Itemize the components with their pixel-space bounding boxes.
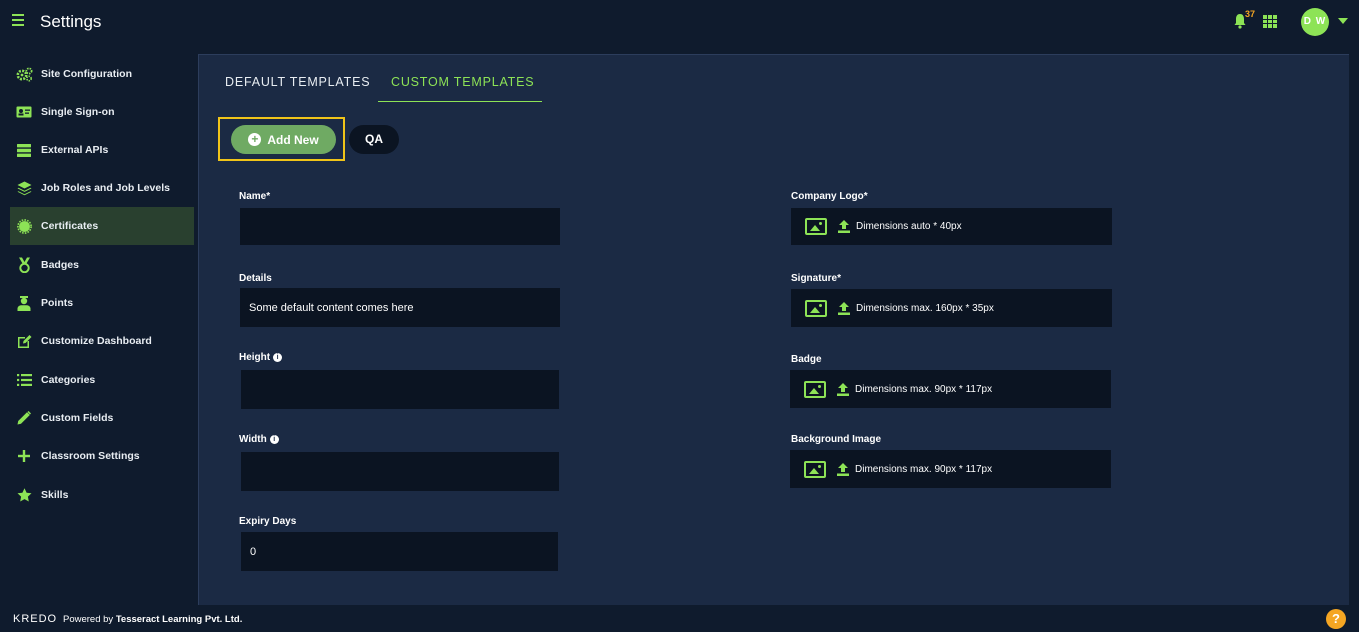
cogs-icon	[15, 65, 33, 83]
name-label-text: Name*	[239, 191, 271, 202]
info-icon[interactable]: i	[269, 435, 279, 444]
sidebar-item-points[interactable]: Points	[10, 284, 194, 322]
id-card-icon	[15, 103, 33, 121]
plus-circle-icon: +	[248, 133, 262, 146]
sidebar-item-label: Badges	[41, 259, 79, 271]
sidebar-item-certificates[interactable]: Certificates	[10, 207, 194, 245]
chevron-down-icon[interactable]	[1338, 18, 1348, 24]
badge-hint: Dimensions max. 90px * 117px	[855, 383, 993, 395]
image-icon	[805, 299, 827, 317]
details-field[interactable]	[240, 288, 560, 327]
notification-count-badge: 37	[1245, 9, 1256, 19]
add-new-label: Add New	[267, 132, 319, 147]
signature-label: Signature*	[791, 273, 841, 284]
qa-template-chip[interactable]: QA	[349, 125, 399, 154]
star-icon	[15, 486, 33, 504]
image-icon	[805, 218, 827, 235]
width-label-text: Width	[239, 434, 267, 445]
avatar[interactable]: D W	[1301, 8, 1329, 36]
width-label: Width i	[239, 434, 279, 445]
background-image-label: Background Image	[791, 434, 881, 445]
name-label: Name*	[239, 191, 270, 202]
background-image-upload[interactable]: Dimensions max. 90px * 117px	[790, 450, 1111, 488]
kredo-logo: KREDO	[13, 613, 58, 625]
sidebar-item-badges[interactable]: Badges	[10, 246, 194, 284]
company-logo-label: Company Logo*	[791, 191, 868, 202]
pencil-icon	[15, 409, 33, 427]
page-title: Settings	[40, 12, 102, 31]
height-label: Height i	[239, 352, 283, 363]
sidebar-item-label: Site Configuration	[41, 68, 132, 80]
sidebar-item-custom-fields[interactable]: Custom Fields	[10, 399, 194, 437]
info-icon[interactable]: i	[273, 353, 283, 362]
medal-icon	[15, 256, 33, 274]
list-icon	[15, 371, 33, 389]
apps-grid-icon[interactable]	[1263, 15, 1277, 28]
company-logo-upload[interactable]: Dimensions auto * 40px	[791, 208, 1112, 245]
sidebar-item-external-apis[interactable]: External APIs	[10, 131, 194, 169]
expiry-days-field[interactable]	[241, 532, 558, 571]
badge-upload[interactable]: Dimensions max. 90px * 117px	[790, 370, 1111, 408]
name-field[interactable]	[240, 208, 560, 245]
company-logo-hint: Dimensions auto * 40px	[856, 221, 962, 232]
certificate-icon	[15, 217, 33, 235]
signature-hint: Dimensions max. 160px * 35px	[856, 302, 994, 314]
active-tab-underline	[378, 101, 542, 102]
height-field[interactable]	[241, 370, 559, 409]
powered-by-text: Powered by Tesseract Learning Pvt. Ltd.	[63, 614, 242, 625]
sidebar-item-label: Certificates	[41, 220, 99, 232]
height-label-text: Height	[239, 352, 271, 363]
upload-icon	[837, 462, 849, 476]
hamburger-menu-icon[interactable]	[12, 14, 24, 26]
help-icon[interactable]: ?	[1326, 609, 1346, 629]
sidebar-item-job-roles-and-job-levels[interactable]: Job Roles and Job Levels	[10, 169, 194, 207]
badge-label: Badge	[791, 354, 822, 365]
sidebar-item-label: Custom Fields	[41, 412, 114, 424]
background-image-label-text: Background Image	[791, 434, 882, 445]
sidebar-item-label: Categories	[41, 374, 96, 386]
sidebar-item-classroom-settings[interactable]: Classroom Settings	[10, 437, 194, 475]
sidebar-item-label: Job Roles and Job Levels	[41, 182, 170, 194]
signature-label-text: Signature*	[791, 273, 842, 284]
user-points-icon	[15, 294, 33, 312]
width-field[interactable]	[241, 452, 559, 491]
sidebar-item-site-configuration[interactable]: Site Configuration	[10, 55, 194, 93]
sidebar-item-label: Skills	[41, 489, 69, 501]
upload-icon	[837, 382, 849, 396]
sidebar-item-label: Points	[41, 297, 74, 309]
sidebar-item-label: Single Sign-on	[41, 106, 115, 118]
top-bar: Settings 37 D W	[0, 0, 1359, 45]
sidebar-item-label: Customize Dashboard	[41, 335, 152, 347]
powered-by-label: Powered by	[63, 614, 114, 625]
main-panel: DEFAULT TEMPLATES CUSTOM TEMPLATES + Add…	[198, 54, 1349, 605]
sidebar-item-categories[interactable]: Categories	[10, 361, 194, 399]
layers-icon	[15, 179, 33, 197]
tab-default-templates[interactable]: DEFAULT TEMPLATES	[225, 75, 370, 89]
image-icon	[804, 460, 826, 478]
signature-upload[interactable]: Dimensions max. 160px * 35px	[791, 289, 1112, 327]
add-new-button[interactable]: + Add New	[231, 125, 336, 154]
footer: KREDO Powered by Tesseract Learning Pvt.…	[0, 605, 1359, 632]
company-logo-label-text: Company Logo*	[791, 191, 868, 202]
sidebar-item-customize-dashboard[interactable]: Customize Dashboard	[10, 322, 194, 360]
details-label-text: Details	[239, 273, 272, 284]
sidebar-item-label: External APIs	[41, 144, 109, 156]
expiry-days-label: Expiry Days	[239, 516, 296, 527]
company-name: Tesseract Learning Pvt. Ltd.	[115, 614, 243, 625]
plus-icon	[15, 447, 33, 465]
server-icon	[15, 141, 33, 159]
image-icon	[804, 380, 826, 398]
sidebar-item-skills[interactable]: Skills	[10, 476, 194, 514]
sidebar-item-label: Classroom Settings	[41, 450, 140, 462]
edit-icon	[15, 332, 33, 350]
sidebar-item-single-sign-on[interactable]: Single Sign-on	[10, 93, 194, 131]
tab-custom-templates[interactable]: CUSTOM TEMPLATES	[391, 75, 534, 89]
upload-icon	[838, 220, 850, 233]
expiry-days-label-text: Expiry Days	[239, 516, 297, 527]
upload-icon	[838, 301, 850, 315]
background-image-hint: Dimensions max. 90px * 117px	[855, 463, 993, 475]
details-label: Details	[239, 273, 272, 284]
badge-label-text: Badge	[791, 354, 822, 365]
